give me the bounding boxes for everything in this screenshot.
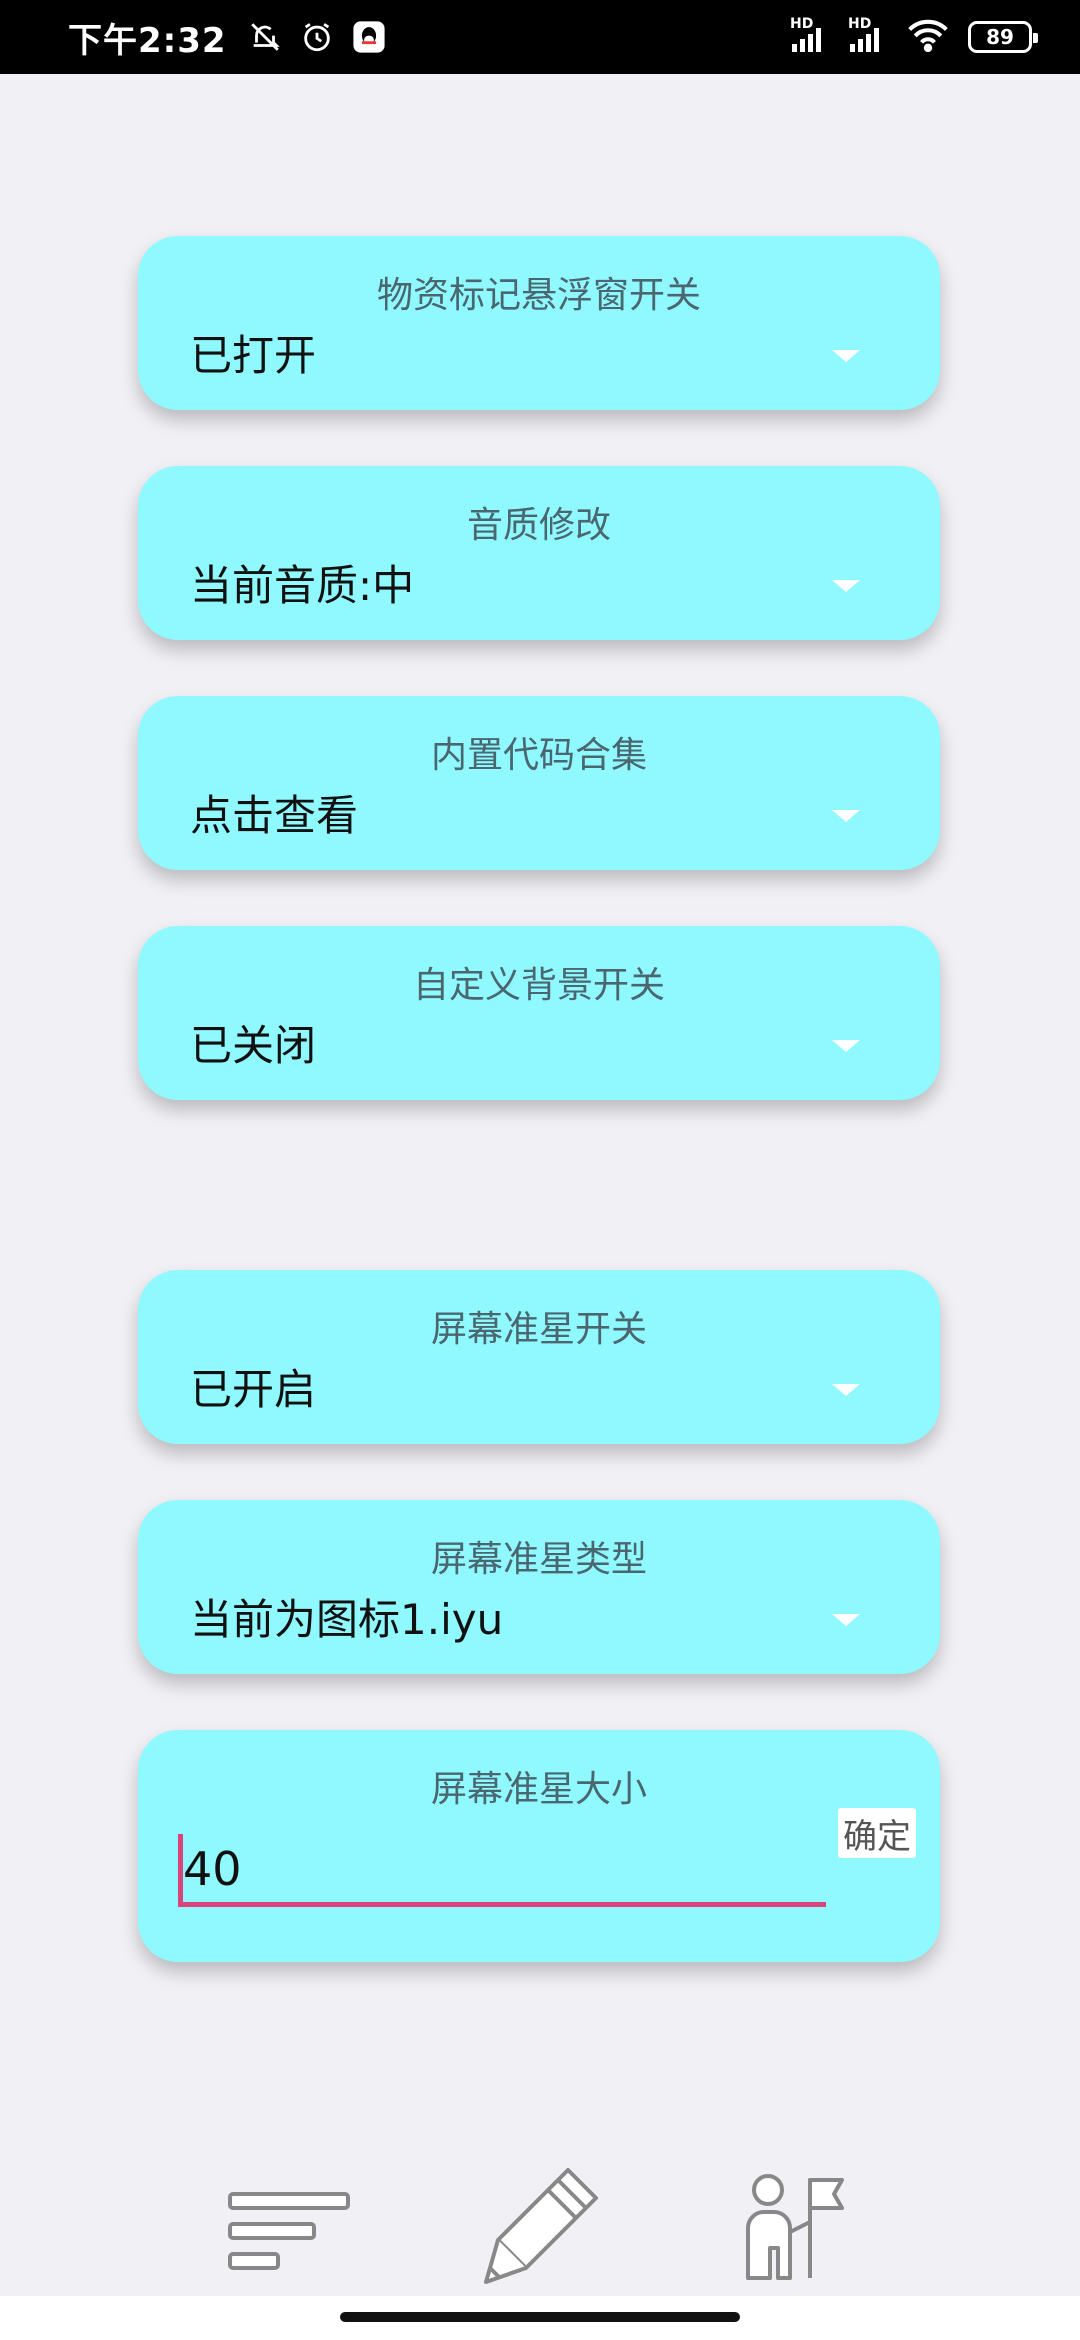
card-value: 已打开 bbox=[190, 331, 317, 380]
card-title: 屏幕准星类型 bbox=[430, 1539, 647, 1580]
card-title: 自定义背景开关 bbox=[412, 965, 665, 1006]
confirm-button[interactable]: 确定 bbox=[838, 1808, 916, 1858]
crosshair-size-value: 40 bbox=[183, 1841, 242, 1896]
card-audio-quality[interactable]: 音质修改 当前音质:中 bbox=[138, 466, 940, 640]
card-title: 内置代码合集 bbox=[430, 735, 647, 776]
pencil-icon[interactable] bbox=[476, 2160, 606, 2294]
crosshair-size-input[interactable]: 40 bbox=[178, 1833, 826, 1907]
bottom-nav bbox=[0, 2160, 1080, 2300]
card-crosshair-size: 屏幕准星大小 40 确定 bbox=[138, 1730, 940, 1962]
person-flag-icon[interactable] bbox=[738, 2168, 848, 2292]
card-crosshair-toggle[interactable]: 屏幕准星开关 已开启 bbox=[138, 1270, 940, 1444]
alarm-icon bbox=[299, 19, 335, 55]
battery-level: 89 bbox=[986, 25, 1014, 49]
dropdown-arrow-icon[interactable] bbox=[832, 580, 860, 592]
dropdown-arrow-icon[interactable] bbox=[832, 350, 860, 362]
qq-icon bbox=[351, 19, 387, 55]
settings-group-2: 屏幕准星开关 已开启 屏幕准星类型 当前为图标1.iyu 屏幕准星大小 40 确… bbox=[138, 1254, 948, 1990]
status-bar: 下午2:32 HD HD 89 bbox=[0, 0, 1080, 74]
signal-icon-2: HD bbox=[848, 16, 888, 54]
signal-icon-1: HD bbox=[790, 16, 830, 54]
card-value: 已开启 bbox=[190, 1365, 317, 1414]
card-value: 点击查看 bbox=[190, 791, 359, 840]
card-custom-background-toggle[interactable]: 自定义背景开关 已关闭 bbox=[138, 926, 940, 1100]
card-title: 屏幕准星开关 bbox=[430, 1309, 647, 1350]
card-builtin-codes[interactable]: 内置代码合集 点击查看 bbox=[138, 696, 940, 870]
status-time: 下午2:32 bbox=[68, 20, 227, 61]
mute-icon bbox=[247, 19, 283, 55]
dropdown-arrow-icon[interactable] bbox=[832, 1614, 860, 1626]
dropdown-arrow-icon[interactable] bbox=[832, 1040, 860, 1052]
list-icon[interactable] bbox=[226, 2186, 356, 2280]
battery-icon: 89 bbox=[968, 21, 1038, 53]
card-crosshair-type[interactable]: 屏幕准星类型 当前为图标1.iyu bbox=[138, 1500, 940, 1674]
wifi-icon bbox=[906, 18, 950, 56]
network-label-2: HD bbox=[848, 16, 872, 32]
card-float-window-toggle[interactable]: 物资标记悬浮窗开关 已打开 bbox=[138, 236, 940, 410]
card-value: 当前为图标1.iyu bbox=[190, 1595, 504, 1644]
home-indicator[interactable] bbox=[340, 2312, 740, 2322]
dropdown-arrow-icon[interactable] bbox=[832, 810, 860, 822]
settings-group-1: 物资标记悬浮窗开关 已打开 音质修改 当前音质:中 内置代码合集 点击查看 自定… bbox=[138, 220, 948, 1128]
card-title: 屏幕准星大小 bbox=[430, 1769, 647, 1810]
card-title: 物资标记悬浮窗开关 bbox=[376, 275, 701, 316]
dropdown-arrow-icon[interactable] bbox=[832, 1384, 860, 1396]
card-value: 当前音质:中 bbox=[190, 561, 415, 610]
card-title: 音质修改 bbox=[466, 505, 611, 546]
card-value: 已关闭 bbox=[190, 1021, 317, 1070]
network-label-1: HD bbox=[790, 16, 814, 32]
